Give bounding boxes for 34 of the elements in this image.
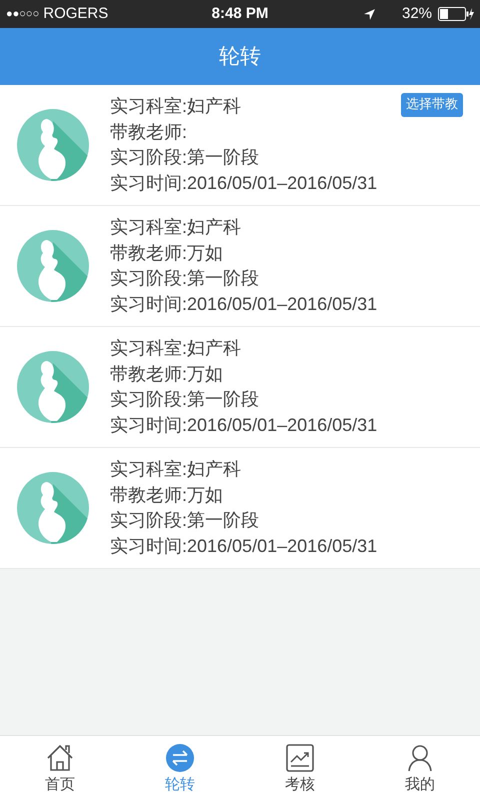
list-row[interactable]: 实习科室:妇产科 带教老师:万如 实习阶段:第一阶段 实习时间:2016/05/01–2016/05/31	[0, 448, 480, 569]
home-icon	[45, 744, 75, 772]
period-text: 实习时间:2016/05/01–2016/05/31	[110, 292, 378, 316]
signal-text: ●●○○○	[6, 6, 40, 22]
chart-icon	[286, 744, 314, 772]
teacher-text: 带教老师:万如	[110, 484, 224, 506]
period-text: 实习时间:2016/05/01–2016/05/31	[110, 534, 378, 558]
person-icon	[408, 744, 432, 772]
battery-text: 32%	[402, 4, 432, 24]
teacher-text: 带教老师:万如	[110, 362, 224, 386]
department-text: 实习科室:妇产科	[110, 458, 242, 481]
teacher-text: 带教老师:	[110, 120, 188, 144]
battery-icon	[438, 7, 474, 21]
swap-arrows-icon	[166, 744, 194, 772]
department-text: 实习科室:妇产科	[110, 337, 242, 360]
department-text: 实习科室:妇产科	[110, 216, 242, 239]
department-text: 实习科室:妇产科	[110, 95, 242, 118]
clock-text: 8:48 PM	[212, 4, 268, 24]
list-row[interactable]: 实习科室:妇产科 带教老师: 实习阶段:第一阶段 实习时间:2016/05/01–2016/05/31 选择带教	[0, 85, 480, 206]
tab[interactable]: 考核	[240, 736, 360, 800]
list-row[interactable]: 实习科室:妇产科 带教老师:万如 实习阶段:第一阶段 实习时间:2016/05/01–2016/05/31	[0, 327, 480, 448]
stage-text: 实习阶段:第一阶段	[110, 146, 260, 169]
stage-text: 实习阶段:第一阶段	[110, 267, 260, 290]
teacher-text: 带教老师:万如	[110, 242, 224, 264]
tab[interactable]: 首页	[0, 736, 120, 800]
location-icon	[362, 8, 376, 20]
page-title: 轮转	[219, 42, 261, 70]
stage-text: 实习阶段:第一阶段	[110, 509, 260, 532]
period-text: 实习时间:2016/05/01–2016/05/31	[110, 172, 378, 194]
period-text: 实习时间:2016/05/01–2016/05/31	[110, 414, 378, 436]
stage-text: 实习阶段:第一阶段	[110, 388, 260, 411]
tab[interactable]: 我的	[360, 736, 480, 800]
list-row[interactable]: 实习科室:妇产科 带教老师:万如 实习阶段:第一阶段 实习时间:2016/05/01–2016/05/31	[0, 206, 480, 327]
carrier-text: ROGERS	[43, 4, 108, 24]
